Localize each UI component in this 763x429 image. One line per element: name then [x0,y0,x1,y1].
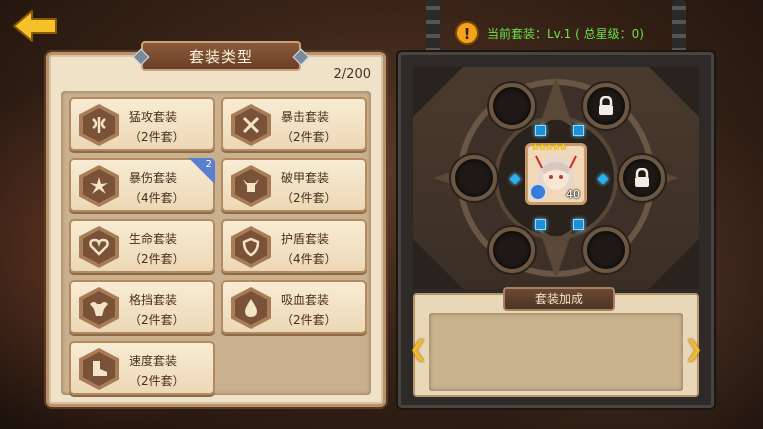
gem-icon [573,125,584,136]
chain-left [426,0,440,58]
hero-level: 40 [566,188,580,201]
current-set-status: ! 当前套装：Lv.1 ( 总星级：0) [455,19,644,47]
gem-icon [535,219,546,230]
element-icon [530,184,546,200]
lock-icon [599,96,613,115]
shield-icon [231,226,271,268]
crossed-swords-icon [231,104,271,146]
set-card-pojia[interactable]: 破甲套装 （2件套） [221,158,367,212]
set-card-xixue[interactable]: 吸血套装 （2件套） [221,280,367,334]
hero-stars: ★★★★★ [531,142,568,153]
gem-icon [535,125,546,136]
set-card-gedang[interactable]: 格挡套装 （2件套） [69,280,215,334]
hero-portrait[interactable]: ★★★★★ 40 [525,142,587,205]
next-arrow-button[interactable]: ❯ [685,337,703,362]
axe-icon [79,104,119,146]
panel-title: 套装类型 [141,41,301,71]
lock-icon [635,168,649,187]
set-count: 2/200 [333,67,371,82]
set-card-hudun[interactable]: 护盾套装 （4件套） [221,219,367,273]
set-type-panel: 套装类型 2/200 猛攻套装 （2件套） 暴击套装 （2件套） 暴伤套装 （4… [46,41,386,407]
set-bonus-content [429,313,683,391]
blood-drop-icon [231,287,271,329]
equip-slot-2-locked[interactable] [583,83,629,129]
equip-slot-4-locked[interactable] [619,155,665,201]
back-arrow-icon [13,10,57,42]
equip-slot-5[interactable] [489,227,535,273]
chain-right [672,0,686,58]
set-bonus-area: 套装加成 ❮ ❯ [409,287,703,397]
equip-slot-6[interactable] [583,227,629,273]
equipment-stage: ★★★★★ 40 [413,67,699,289]
gem-icon [573,219,584,230]
set-card-shengming[interactable]: 生命套装 （2件套） [69,219,215,273]
equipment-panel: ★★★★★ 40 套装加成 ❮ ❯ [398,52,714,408]
prev-arrow-button[interactable]: ❮ [409,337,427,362]
burst-icon [79,165,119,207]
back-button[interactable] [10,8,60,44]
horned-helmet-icon [231,165,271,207]
equip-slot-3[interactable] [451,155,497,201]
count-badge: 2 [189,158,215,184]
set-card-baoji[interactable]: 暴击套装 （2件套） [221,97,367,151]
current-set-text: 当前套装：Lv.1 ( 总星级：0) [487,26,644,41]
set-card-baoshang[interactable]: 暴伤套装 （4件套） 2 [69,158,215,212]
set-card-mengong[interactable]: 猛攻套装 （2件套） [69,97,215,151]
muscle-icon [79,287,119,329]
set-card-sudu[interactable]: 速度套装 （2件套） [69,341,215,395]
boot-icon [79,348,119,390]
equip-slot-1[interactable] [489,83,535,129]
exclamation-icon[interactable]: ! [455,21,479,45]
heart-icon [79,226,119,268]
set-grid: 猛攻套装 （2件套） 暴击套装 （2件套） 暴伤套装 （4件套） 2 破甲套装 … [61,91,371,395]
set-bonus-title: 套装加成 [503,287,615,311]
